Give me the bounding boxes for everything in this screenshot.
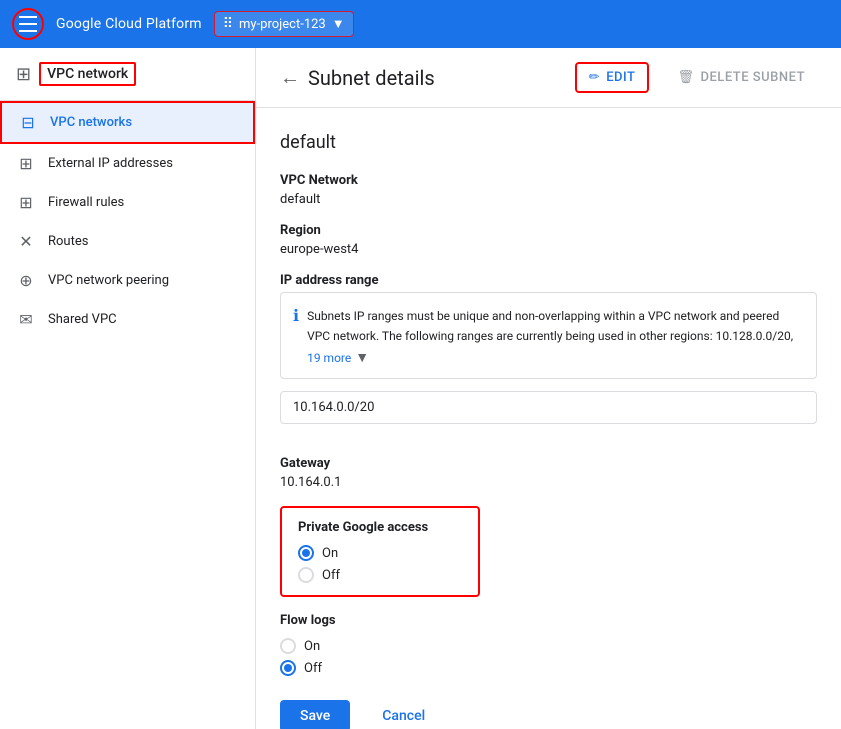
dots-icon: ⠿ [223, 16, 233, 32]
vpc-network-label: VPC Network [280, 173, 817, 188]
project-dropdown-arrow: ▼ [332, 16, 345, 32]
sidebar-item-vpc-peering[interactable]: ⊕ VPC network peering [0, 261, 255, 300]
vpc-network-field: VPC Network default [280, 173, 817, 207]
private-access-label: Private Google access [298, 520, 462, 535]
menu-button[interactable] [12, 8, 44, 40]
sidebar-item-vpc-networks[interactable]: ⊟ VPC networks [0, 101, 255, 144]
content-header-left: ← Subnet details [280, 65, 435, 90]
flow-logs-on-option[interactable]: On [280, 638, 817, 654]
sidebar-header: ⊞ VPC network [0, 48, 255, 101]
action-buttons: Save Cancel [280, 700, 817, 729]
flow-logs-off-radio[interactable] [280, 660, 296, 676]
vpc-network-icon: ⊞ [16, 64, 31, 85]
edit-button[interactable]: ✏ EDIT [575, 62, 650, 93]
sidebar: ⊞ VPC network ⊟ VPC networks ⊞ External … [0, 48, 256, 729]
subnet-name: default [280, 132, 817, 153]
private-access-on-radio[interactable] [298, 545, 314, 561]
back-button[interactable]: ← [280, 65, 300, 90]
project-name: my-project-123 [239, 17, 326, 32]
flow-logs-off-option[interactable]: Off [280, 660, 817, 676]
sidebar-item-external-ip[interactable]: ⊞ External IP addresses [0, 144, 255, 183]
hamburger-line-1 [19, 16, 37, 18]
app-logo: Google Cloud Platform [56, 16, 202, 32]
hamburger-line-3 [19, 30, 37, 32]
delete-icon: 🗑 [677, 70, 694, 85]
gateway-value: 10.164.0.1 [280, 475, 817, 490]
sidebar-item-vpc-networks-label: VPC networks [50, 115, 132, 130]
sidebar-item-routes[interactable]: ✕ Routes [0, 222, 255, 261]
content-header: ← Subnet details ✏ EDIT 🗑 DELETE SUBNET [256, 48, 841, 108]
sidebar-item-routes-label: Routes [48, 234, 88, 249]
gateway-label: Gateway [280, 456, 817, 471]
ip-range-more: 19 more ▼ [307, 349, 804, 366]
main-content: ← Subnet details ✏ EDIT 🗑 DELETE SUBNET … [256, 48, 841, 729]
ip-range-input[interactable] [280, 391, 817, 424]
sidebar-item-vpc-peering-label: VPC network peering [48, 273, 169, 288]
cancel-button[interactable]: Cancel [362, 700, 445, 729]
page-title: Subnet details [308, 66, 435, 90]
flow-logs-label: Flow logs [280, 613, 817, 628]
delete-subnet-label: DELETE SUBNET [700, 70, 805, 85]
private-access-on-label: On [322, 546, 338, 561]
private-access-off-radio[interactable] [298, 567, 314, 583]
flow-logs-section: Flow logs On Off [280, 613, 817, 676]
delete-subnet-button[interactable]: 🗑 DELETE SUBNET [665, 64, 817, 91]
external-ip-icon: ⊞ [16, 154, 36, 173]
vpc-network-value: default [280, 192, 817, 207]
sidebar-item-shared-vpc-label: Shared VPC [48, 312, 117, 327]
sidebar-header-title: VPC network [39, 62, 136, 86]
info-icon: ℹ [293, 306, 299, 325]
ip-range-info-box: ℹ Subnets IP ranges must be unique and n… [280, 292, 817, 379]
ip-range-field: IP address range ℹ Subnets IP ranges mus… [280, 273, 817, 440]
private-access-on-option[interactable]: On [298, 545, 462, 561]
ip-range-info-content: Subnets IP ranges must be unique and non… [307, 305, 804, 366]
region-label: Region [280, 223, 817, 238]
private-google-access-box: Private Google access On Off [280, 506, 480, 597]
save-button[interactable]: Save [280, 700, 350, 729]
gateway-field: Gateway 10.164.0.1 [280, 456, 817, 490]
region-value: europe-west4 [280, 242, 817, 257]
sidebar-item-external-ip-label: External IP addresses [48, 156, 173, 171]
hamburger-line-2 [19, 23, 37, 25]
ip-range-label: IP address range [280, 273, 817, 288]
sidebar-item-shared-vpc[interactable]: ✉ Shared VPC [0, 300, 255, 339]
content-body: default VPC Network default Region europ… [256, 108, 841, 729]
edit-icon: ✏ [589, 70, 600, 85]
flow-logs-on-label: On [304, 639, 320, 654]
flow-logs-on-radio[interactable] [280, 638, 296, 654]
project-selector[interactable]: ⠿ my-project-123 ▼ [214, 11, 354, 37]
edit-button-label: EDIT [606, 70, 635, 85]
more-dropdown-arrow: ▼ [355, 349, 369, 366]
sidebar-item-firewall-rules[interactable]: ⊞ Firewall rules [0, 183, 255, 222]
layout: ⊞ VPC network ⊟ VPC networks ⊞ External … [0, 48, 841, 729]
private-access-off-label: Off [322, 568, 340, 583]
flow-logs-off-label: Off [304, 661, 322, 676]
firewall-rules-icon: ⊞ [16, 193, 36, 212]
sidebar-item-firewall-rules-label: Firewall rules [48, 195, 124, 210]
region-field: Region europe-west4 [280, 223, 817, 257]
shared-vpc-icon: ✉ [16, 310, 36, 329]
top-bar: Google Cloud Platform ⠿ my-project-123 ▼ [0, 0, 841, 48]
ip-range-more-text[interactable]: 19 more [307, 351, 351, 365]
private-access-off-option[interactable]: Off [298, 567, 462, 583]
content-header-right: ✏ EDIT 🗑 DELETE SUBNET [575, 62, 817, 93]
ip-range-info-text: Subnets IP ranges must be unique and non… [307, 309, 793, 343]
vpc-peering-icon: ⊕ [16, 271, 36, 290]
vpc-networks-icon: ⊟ [18, 113, 38, 132]
routes-icon: ✕ [16, 232, 36, 251]
